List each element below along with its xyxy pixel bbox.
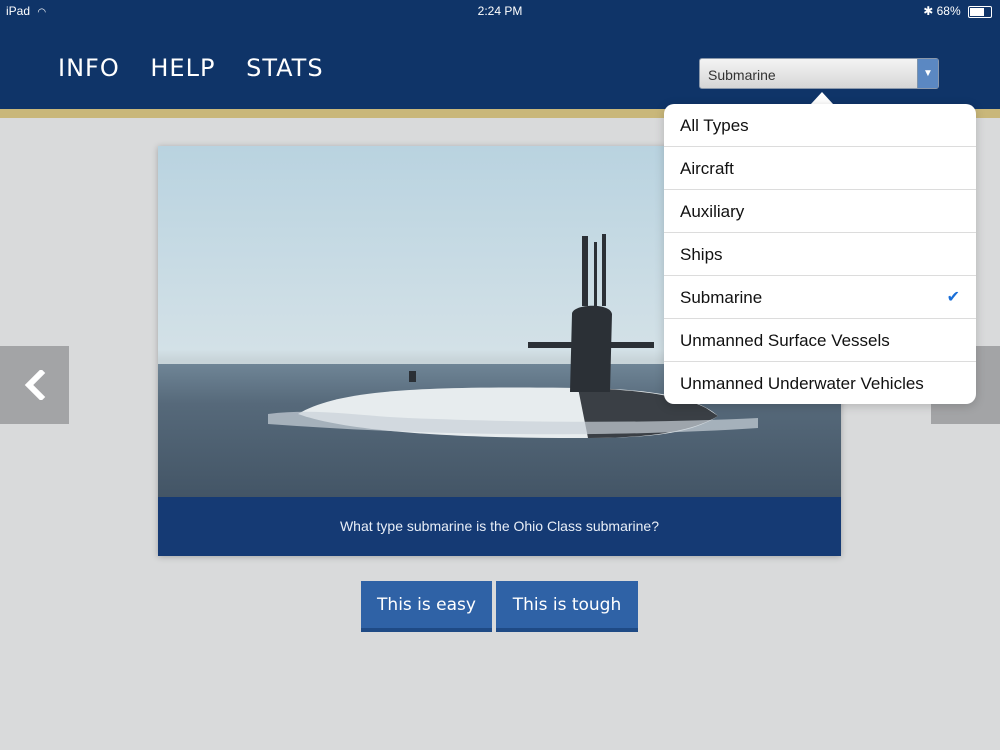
option-label: Ships [680,245,723,264]
battery-icon [968,5,992,18]
tough-button[interactable]: This is tough [496,581,638,632]
status-right: ✱ 68% [923,4,992,18]
nav-stats[interactable]: STATS [246,54,323,82]
option-all-types[interactable]: All Types [664,104,976,147]
option-label: Auxiliary [680,202,745,221]
status-time: 2:24 PM [477,4,523,18]
type-popover: All Types Aircraft Auxiliary Ships Subma… [664,104,976,404]
option-label: Unmanned Surface Vessels [680,331,890,350]
chevron-down-icon[interactable]: ▼ [917,59,938,88]
option-unmanned-surface-vessels[interactable]: Unmanned Surface Vessels [664,319,976,362]
option-unmanned-underwater-vehicles[interactable]: Unmanned Underwater Vehicles [664,362,976,404]
option-label: All Types [680,116,749,135]
option-label: Aircraft [680,159,734,178]
chevron-left-icon [24,370,45,400]
nav-info[interactable]: INFO [58,54,120,82]
option-label: Unmanned Underwater Vehicles [680,374,924,393]
easy-button[interactable]: This is easy [361,581,492,632]
question-caption: What type submarine is the Ohio Class su… [158,497,841,556]
popover-caret [811,92,833,104]
option-auxiliary[interactable]: Auxiliary [664,190,976,233]
battery-percent: 68% [936,4,961,18]
status-bar: iPad ◠ 2:24 PM ✱ 68% [0,0,1000,20]
option-label: Submarine [680,288,763,307]
type-select-value: Submarine [708,67,776,83]
battery-level [970,7,984,16]
top-nav: INFO HELP STATS [58,54,346,82]
previous-button[interactable] [0,346,69,424]
type-select[interactable]: Submarine ▼ [699,58,939,89]
option-aircraft[interactable]: Aircraft [664,147,976,190]
checkmark-icon: ✔ [946,289,960,306]
nav-help[interactable]: HELP [150,54,215,82]
option-ships[interactable]: Ships [664,233,976,276]
option-submarine[interactable]: Submarine ✔ [664,276,976,319]
bluetooth-icon: ✱ [923,4,934,18]
